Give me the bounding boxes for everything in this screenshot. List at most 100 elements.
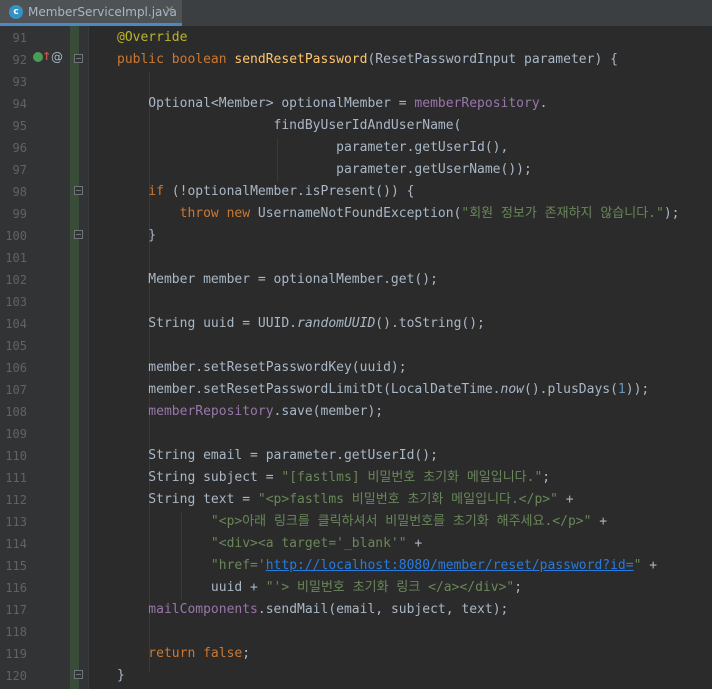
- code-line[interactable]: 118: [0, 621, 712, 643]
- editor-tab-bar: c MemberServiceImpl.java ×: [0, 0, 712, 26]
- code-token: memberRepository: [414, 96, 540, 111]
- line-number: 116: [5, 581, 27, 595]
- code-token: findByUserIdAndUserName(: [117, 118, 462, 133]
- code-line[interactable]: 116 uuid + "'> 비밀번호 초기화 링크 </a></div>";: [0, 577, 712, 599]
- code-text: String email = parameter.getUserId();: [117, 445, 438, 467]
- code-text: parameter.getUserId(),: [117, 137, 508, 159]
- code-token: String subject =: [117, 470, 282, 485]
- line-number: 100: [5, 229, 27, 243]
- code-token: sendResetPassword: [234, 52, 368, 67]
- line-number: 97: [12, 163, 27, 177]
- code-line[interactable]: 91 @Override: [0, 27, 712, 49]
- code-token: parameter.getUserId(),: [117, 140, 509, 155]
- code-token: return false: [117, 646, 243, 661]
- code-text: member.setResetPasswordLimitDt(LocalDate…: [117, 379, 649, 401]
- code-token: Optional<Member> optionalMember =: [117, 96, 415, 111]
- code-line[interactable]: 98 if (!optionalMember.isPresent()) {: [0, 181, 712, 203]
- code-token: ().toString();: [375, 316, 485, 331]
- line-number: 120: [5, 669, 27, 683]
- line-number: 111: [5, 471, 27, 485]
- code-line[interactable]: 108 memberRepository.save(member);: [0, 401, 712, 423]
- code-line[interactable]: 100 }: [0, 225, 712, 247]
- line-number: 108: [5, 405, 27, 419]
- code-token: +: [641, 558, 658, 573]
- code-line[interactable]: 120}: [0, 665, 712, 687]
- code-token: 1: [617, 382, 626, 397]
- code-line[interactable]: 97 parameter.getUserName());: [0, 159, 712, 181]
- code-text: "<p>아래 링크를 클릭하셔서 비밀번호를 초기화 해주세요.</p>" +: [117, 511, 607, 533]
- code-token: @Override: [117, 30, 188, 45]
- code-text: Optional<Member> optionalMember = member…: [117, 93, 547, 115]
- code-text: String subject = "[fastlms] 비밀번호 초기화 메일입…: [117, 467, 550, 489]
- line-number: 106: [5, 361, 27, 375]
- code-token: randomUUID: [297, 316, 376, 331]
- code-line[interactable]: 101: [0, 247, 712, 269]
- code-line[interactable]: 103: [0, 291, 712, 313]
- code-token: "href=': [117, 558, 266, 573]
- code-line[interactable]: 99 throw new UsernameNotFoundException("…: [0, 203, 712, 225]
- code-text: parameter.getUserName());: [117, 159, 532, 181]
- close-icon[interactable]: ×: [164, 3, 175, 18]
- line-number: 107: [5, 383, 27, 397]
- code-text: member.setResetPasswordKey(uuid);: [117, 357, 406, 379]
- code-line[interactable]: 115 "href='http://localhost:8080/member/…: [0, 555, 712, 577]
- code-token: ;: [242, 646, 251, 661]
- code-line[interactable]: 112 String text = "<p>fastlms 비밀번호 초기화 메…: [0, 489, 712, 511]
- line-number: 92: [12, 53, 27, 67]
- code-text: uuid + "'> 비밀번호 초기화 링크 </a></div>";: [117, 577, 522, 599]
- code-token: .save(member);: [273, 404, 384, 419]
- line-number: 110: [5, 449, 27, 463]
- code-line[interactable]: 111 String subject = "[fastlms] 비밀번호 초기화…: [0, 467, 712, 489]
- code-line[interactable]: 109: [0, 423, 712, 445]
- code-line[interactable]: 105: [0, 335, 712, 357]
- tab-member-service-impl[interactable]: c MemberServiceImpl.java ×: [0, 0, 182, 26]
- code-line[interactable]: 96 parameter.getUserId(),: [0, 137, 712, 159]
- code-token: ;: [514, 580, 523, 595]
- code-line[interactable]: 95 findByUserIdAndUserName(: [0, 115, 712, 137]
- code-line[interactable]: 114 "<div><a target='_blank'" +: [0, 533, 712, 555]
- line-number: 91: [12, 31, 27, 45]
- code-token: );: [663, 206, 680, 221]
- code-line[interactable]: 117 mailComponents.sendMail(email, subje…: [0, 599, 712, 621]
- code-line[interactable]: 104 String uuid = UUID.randomUUID().toSt…: [0, 313, 712, 335]
- code-token: throw new: [117, 206, 258, 221]
- tab-label: MemberServiceImpl.java: [28, 5, 177, 19]
- code-line[interactable]: 119 return false;: [0, 643, 712, 665]
- line-number: 113: [5, 515, 27, 529]
- code-text: return false;: [117, 643, 250, 665]
- code-token: "<div><a target='_blank'": [117, 536, 407, 551]
- code-text: String text = "<p>fastlms 비밀번호 초기화 메일입니다…: [117, 489, 573, 511]
- code-token: String text =: [117, 492, 258, 507]
- code-line[interactable]: 93: [0, 71, 712, 93]
- code-line[interactable]: 92 public boolean sendResetPassword(Reset…: [0, 49, 712, 71]
- code-line[interactable]: 113 "<p>아래 링크를 클릭하셔서 비밀번호를 초기화 해주세요.</p>…: [0, 511, 712, 533]
- code-line[interactable]: 102 Member member = optionalMember.get()…: [0, 269, 712, 291]
- code-token: "'> 비밀번호 초기화 링크 </a></div>": [265, 580, 515, 595]
- line-number: 117: [5, 603, 27, 617]
- code-token: }: [117, 228, 157, 243]
- code-token: Member member = optionalMember.get();: [117, 272, 438, 287]
- line-number: 95: [12, 119, 27, 133]
- code-line[interactable]: 106 member.setResetPasswordKey(uuid);: [0, 357, 712, 379]
- code-token: member.setResetPasswordLimitDt(LocalDate…: [117, 382, 501, 397]
- line-number: 102: [5, 273, 27, 287]
- code-text: "href='http://localhost:8080/member/rese…: [117, 555, 657, 577]
- line-number: 99: [12, 207, 27, 221]
- code-text: Member member = optionalMember.get();: [117, 269, 438, 291]
- code-line[interactable]: 107 member.setResetPasswordLimitDt(Local…: [0, 379, 712, 401]
- code-token: "[fastlms] 비밀번호 초기화 메일입니다.": [281, 470, 543, 485]
- line-number: 103: [5, 295, 27, 309]
- code-line[interactable]: 94 Optional<Member> optionalMember = mem…: [0, 93, 712, 115]
- code-token: public boolean: [117, 52, 235, 67]
- line-number: 118: [5, 625, 27, 639]
- line-number: 101: [5, 251, 27, 265]
- code-token: (ResetPasswordInput parameter) {: [367, 52, 618, 67]
- line-number: 114: [5, 537, 27, 551]
- code-line[interactable]: 110 String email = parameter.getUserId()…: [0, 445, 712, 467]
- code-text: "<div><a target='_blank'" +: [117, 533, 422, 555]
- code-token: +: [591, 514, 608, 529]
- code-token: .sendMail(email, subject, text);: [257, 602, 509, 617]
- code-token: .: [539, 96, 548, 111]
- code-token: +: [406, 536, 423, 551]
- code-text: if (!optionalMember.isPresent()) {: [117, 181, 414, 203]
